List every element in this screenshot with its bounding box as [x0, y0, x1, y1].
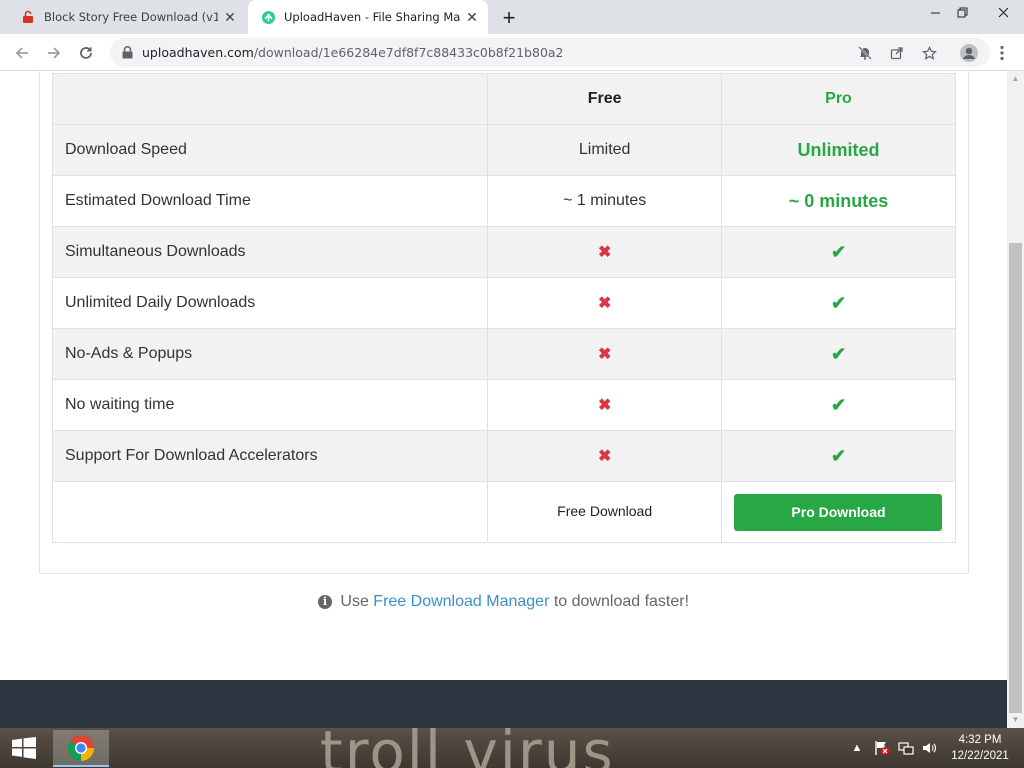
tab-title: UploadHaven - File Sharing Mad	[284, 10, 460, 24]
free-value: ~ 1 minutes	[487, 175, 722, 227]
download-tip: i Use Free Download Manager to download …	[0, 593, 1007, 611]
lock-icon[interactable]	[120, 46, 134, 60]
pro-value: ~ 0 minutes	[720, 175, 957, 227]
free-value: ✖	[487, 328, 722, 380]
volume-icon[interactable]	[920, 736, 938, 760]
clock-time: 4:32 PM	[958, 734, 1002, 746]
tab-uploadhaven[interactable]: UploadHaven - File Sharing Mad ✕	[248, 0, 488, 34]
tab-block-story[interactable]: Block Story Free Download (v13. ✕	[8, 0, 246, 34]
table-cell	[51, 73, 489, 125]
feature-label: Simultaneous Downloads	[51, 226, 489, 278]
feature-label: Support For Download Accelerators	[51, 430, 489, 482]
feature-label: Unlimited Daily Downloads	[51, 277, 489, 329]
url-host: uploadhaven.com	[142, 45, 254, 60]
page-viewport: Free Pro Download Speed Limited Unlimite…	[0, 71, 1007, 680]
feature-label: No waiting time	[51, 379, 489, 431]
table-row: Unlimited Daily Downloads ✖ ✔	[51, 277, 957, 329]
header-free: Free	[487, 73, 722, 125]
free-value: ✖	[487, 277, 722, 329]
pro-download-button[interactable]: Pro Download	[734, 493, 943, 531]
pro-value-text: Unlimited	[797, 139, 880, 160]
table-row: No-Ads & Popups ✖ ✔	[51, 328, 957, 380]
check-icon: ✔	[830, 343, 847, 364]
address-bar[interactable]: uploadhaven.com/download/1e66284e7df8f7c…	[110, 38, 990, 67]
tab-strip: Block Story Free Download (v13. ✕ Upload…	[0, 0, 1024, 34]
table-row: Download Speed Limited Unlimited	[51, 124, 957, 176]
system-clock[interactable]: 4:32 PM 12/22/2021	[944, 732, 1016, 764]
cross-icon: ✖	[597, 397, 612, 414]
url-text: uploadhaven.com/download/1e66284e7df8f7c…	[142, 45, 564, 60]
clock-date: 12/22/2021	[951, 750, 1009, 762]
page-scrollbar[interactable]: ▲ ▼	[1007, 71, 1024, 728]
notifications-blocked-icon[interactable]	[856, 44, 874, 62]
free-download-cell: Free Download	[487, 481, 722, 543]
cross-icon: ✖	[597, 244, 612, 261]
header-pro: Pro	[720, 73, 957, 125]
menu-kebab-icon[interactable]	[988, 39, 1016, 67]
network-icon[interactable]	[897, 736, 915, 760]
table-cell	[51, 481, 489, 543]
header-free-label: Free	[587, 90, 622, 107]
bookmark-star-icon[interactable]	[920, 44, 938, 62]
check-icon: ✔	[830, 394, 847, 415]
pro-value: ✔	[720, 430, 957, 482]
free-value: ✖	[487, 379, 722, 431]
feature-label: Estimated Download Time	[51, 175, 489, 227]
wallpaper-text: troll virus	[320, 718, 615, 768]
free-value: Limited	[487, 124, 722, 176]
comparison-table: Free Pro Download Speed Limited Unlimite…	[51, 73, 957, 543]
url-path: /download/1e66284e7df8f7c88433c0b8f21b80…	[253, 45, 564, 60]
close-icon[interactable]: ✕	[460, 5, 484, 29]
forward-icon[interactable]	[40, 39, 68, 67]
pro-download-cell: Pro Download	[720, 481, 957, 543]
tip-prefix: Use	[340, 593, 369, 610]
check-icon: ✔	[830, 445, 847, 466]
cross-icon: ✖	[597, 448, 612, 465]
pro-value: ✔	[720, 328, 957, 380]
pro-value: ✔	[720, 277, 957, 329]
reload-icon[interactable]	[72, 39, 100, 67]
back-icon[interactable]	[8, 39, 36, 67]
close-window-icon[interactable]	[986, 0, 1020, 24]
scroll-thumb[interactable]	[1009, 243, 1022, 713]
table-row: Support For Download Accelerators ✖ ✔	[51, 430, 957, 482]
table-row: Simultaneous Downloads ✖ ✔	[51, 226, 957, 278]
free-value: ✖	[487, 226, 722, 278]
pro-value: ✔	[720, 379, 957, 431]
feature-label: Download Speed	[51, 124, 489, 176]
tip-suffix: to download faster!	[553, 593, 690, 610]
check-icon: ✔	[830, 292, 847, 313]
flag-alert-icon[interactable]	[873, 736, 891, 760]
cross-icon: ✖	[597, 346, 612, 363]
table-footer-row: Free Download Pro Download	[51, 481, 957, 543]
new-tab-icon[interactable]: +	[496, 5, 522, 31]
chrome-taskbar-icon[interactable]	[53, 730, 109, 767]
scroll-down-icon[interactable]: ▼	[1011, 715, 1020, 724]
fdm-link[interactable]: Free Download Manager	[373, 593, 549, 610]
check-icon: ✔	[830, 241, 847, 262]
uploadhaven-icon	[260, 9, 276, 25]
table-row: No waiting time ✖ ✔	[51, 379, 957, 431]
pro-value: ✔	[720, 226, 957, 278]
free-download-button[interactable]: Free Download	[557, 503, 652, 519]
header-pro-label: Pro	[825, 90, 852, 107]
table-header-row: Free Pro	[51, 73, 957, 125]
scroll-up-icon[interactable]: ▲	[1011, 74, 1020, 83]
browser-toolbar: uploadhaven.com/download/1e66284e7df8f7c…	[0, 34, 1024, 71]
pro-value: Unlimited	[720, 124, 957, 176]
free-value: ✖	[487, 430, 722, 482]
close-icon[interactable]: ✕	[218, 5, 242, 29]
tab-title: Block Story Free Download (v13.	[44, 10, 218, 24]
cross-icon: ✖	[597, 295, 612, 312]
info-icon: i	[317, 595, 332, 609]
profile-avatar-icon[interactable]	[955, 39, 983, 67]
share-icon[interactable]	[888, 44, 906, 62]
feature-label: No-Ads & Popups	[51, 328, 489, 380]
windows-start-icon[interactable]	[0, 728, 48, 768]
pro-value-text: ~ 0 minutes	[788, 190, 889, 211]
table-row: Estimated Download Time ~ 1 minutes ~ 0 …	[51, 175, 957, 227]
red-lock-icon	[20, 9, 36, 25]
restore-icon[interactable]	[945, 0, 979, 24]
tray-expand-icon[interactable]: ▲	[850, 736, 864, 760]
